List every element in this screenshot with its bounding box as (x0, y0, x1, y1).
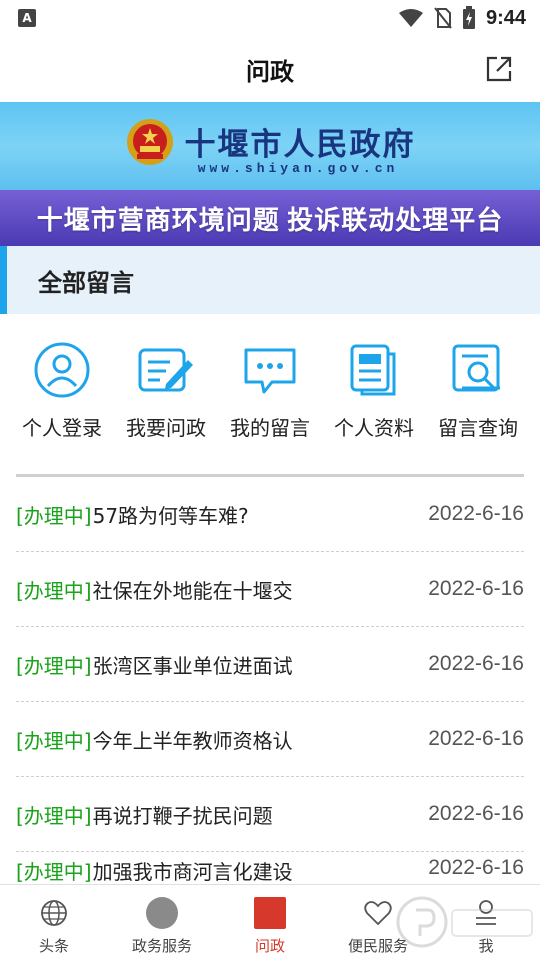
no-sim-icon (434, 7, 452, 29)
item-date: 2022-6-16 (428, 856, 524, 879)
message-list: [办理中] 57路为何等车难? 2022-6-16 [办理中] 社保在外地能在十… (16, 477, 524, 912)
quick-action-label: 我的留言 (230, 416, 310, 440)
gov-banner: 十堰市人民政府 www.shiyan.gov.cn (0, 102, 540, 190)
list-item[interactable]: [办理中] 57路为何等车难? 2022-6-16 (16, 477, 524, 552)
page-title: 问政 (246, 57, 294, 86)
quick-action-profile[interactable]: 个人资料 (324, 340, 424, 450)
quick-action-label: 留言查询 (438, 416, 518, 440)
item-title: 加强我市商河言化建设 (92, 860, 293, 884)
quick-action-label: 个人资料 (334, 416, 414, 440)
tab-headlines[interactable]: 头条 (0, 885, 108, 960)
item-status: [办理中] (16, 503, 92, 528)
list-item[interactable]: [办理中] 张湾区事业单位进面试 2022-6-16 (16, 627, 524, 702)
platform-name: 十堰市营商环境问题 投诉联动处理平台 (36, 205, 504, 235)
quick-action-ask[interactable]: 我要问政 (116, 340, 216, 450)
item-title: 张湾区事业单位进面试 (92, 653, 293, 678)
item-date: 2022-6-16 (428, 802, 524, 825)
quick-actions: 个人登录 我要问政 我的留言 个人资料 留言查询 (0, 340, 540, 450)
person-icon (34, 342, 90, 398)
notification-a-icon: A (18, 9, 36, 27)
quick-action-my-messages[interactable]: 我的留言 (220, 340, 320, 450)
item-title: 今年上半年教师资格认 (92, 728, 293, 753)
item-date: 2022-6-16 (428, 652, 524, 675)
status-time: 9:44 (485, 6, 526, 29)
tab-gov-services[interactable]: 政务服务 (108, 885, 216, 960)
section-header: 全部留言 (0, 246, 540, 314)
platform-banner: 十堰市营商环境问题 投诉联动处理平台 (0, 190, 540, 246)
section-title: 全部留言 (38, 268, 134, 297)
list-item[interactable]: [办理中] 社保在外地能在十堰交 2022-6-16 (16, 552, 524, 627)
tab-label: 政务服务 (131, 937, 192, 955)
edit-icon (138, 348, 193, 392)
item-status: [办理中] (16, 803, 92, 828)
tab-label: 头条 (38, 937, 69, 955)
item-status: [办理中] (16, 860, 92, 884)
globe-icon (41, 900, 67, 926)
share-button[interactable] (484, 54, 514, 84)
square-icon (254, 897, 286, 929)
item-date: 2022-6-16 (428, 502, 524, 525)
item-date: 2022-6-16 (428, 577, 524, 600)
national-emblem-icon (126, 118, 173, 165)
item-title: 再说打鞭子扰民问题 (92, 803, 273, 828)
document-icon (350, 344, 396, 396)
item-title: 57路为何等车难? (92, 503, 249, 528)
item-status: [办理中] (16, 578, 92, 603)
quick-action-login[interactable]: 个人登录 (12, 340, 112, 450)
list-item[interactable]: [办理中] 今年上半年教师资格认 2022-6-16 (16, 702, 524, 777)
status-bar: A 9:44 (0, 0, 540, 36)
item-status: [办理中] (16, 653, 92, 678)
tab-inquiry[interactable]: 问政 (216, 885, 324, 960)
watermark-logo (396, 896, 533, 948)
circle-icon (146, 897, 178, 929)
item-title: 社保在外地能在十堰交 (92, 578, 293, 603)
item-status: [办理中] (16, 728, 92, 753)
wifi-icon (398, 9, 423, 27)
quick-action-search[interactable]: 留言查询 (428, 340, 528, 450)
title-bar: 问政 (0, 36, 540, 102)
list-item[interactable]: [办理中] 再说打鞭子扰民问题 2022-6-16 (16, 777, 524, 852)
gov-name: 十堰市人民政府 (184, 127, 416, 162)
battery-charging-icon (462, 6, 475, 29)
quick-action-label: 我要问政 (126, 416, 206, 440)
search-icon (452, 344, 500, 392)
section-accent-bar (0, 246, 7, 314)
gov-url: www.shiyan.gov.cn (197, 160, 399, 176)
item-date: 2022-6-16 (428, 727, 524, 750)
quick-action-label: 个人登录 (22, 416, 102, 440)
tab-label: 问政 (254, 937, 285, 955)
chat-icon (244, 348, 296, 394)
